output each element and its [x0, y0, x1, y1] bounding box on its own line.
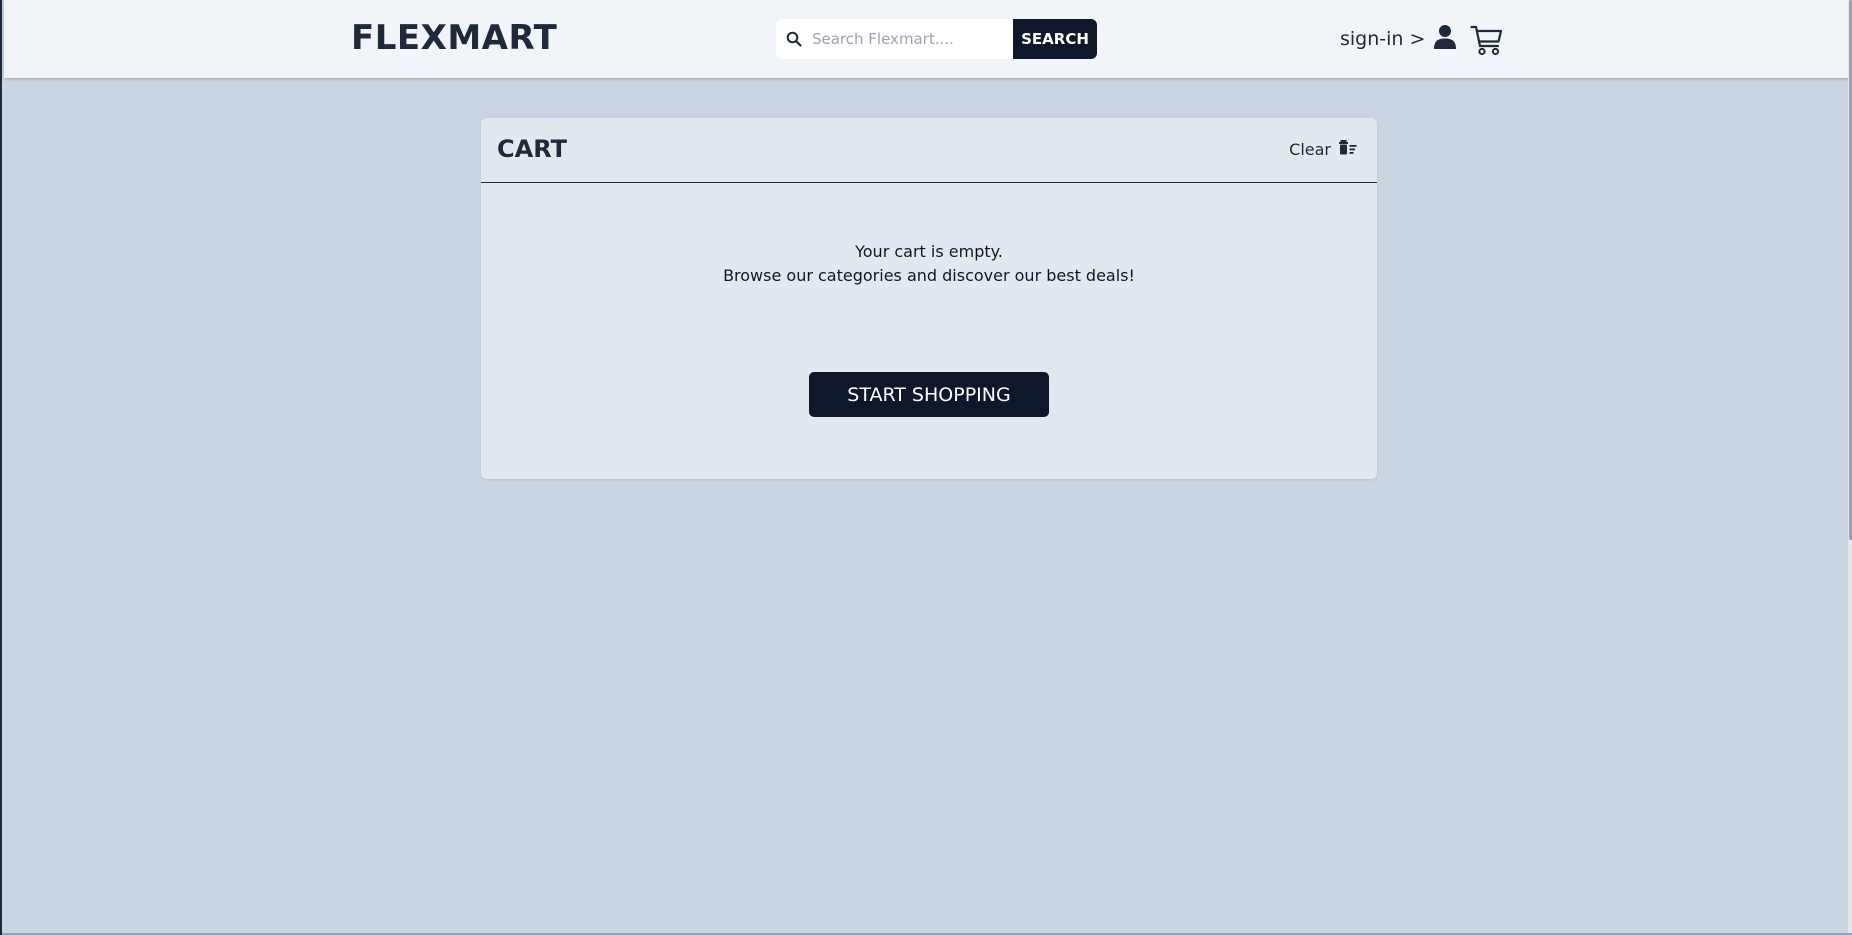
cart-button[interactable] — [1470, 24, 1504, 56]
search-input[interactable] — [812, 30, 1002, 48]
start-shopping-button[interactable]: START SHOPPING — [809, 372, 1049, 417]
cart-title: CART — [497, 135, 567, 163]
empty-cart-line-2: Browse our categories and discover our b… — [723, 266, 1135, 285]
search-bar: SEARCH — [776, 19, 1097, 59]
user-icon — [1433, 24, 1457, 55]
sign-in-label: sign-in > — [1340, 28, 1426, 50]
trash-icon — [1339, 140, 1357, 159]
site-header: FLEXMART SEARCH sign-in > — [4, 0, 1850, 78]
empty-cart-line-1: Your cart is empty. — [855, 242, 1003, 261]
clear-cart-button[interactable]: Clear — [1289, 140, 1357, 159]
cart-header: CART Clear — [481, 118, 1377, 183]
clear-label: Clear — [1289, 140, 1331, 159]
sign-in-link[interactable]: sign-in > — [1340, 24, 1457, 54]
cart-panel: CART Clear Your cart is empty. Browse ou… — [481, 118, 1377, 479]
site-logo[interactable]: FLEXMART — [351, 18, 557, 58]
empty-cart-message: Your cart is empty. Browse our categorie… — [481, 240, 1377, 288]
shopping-cart-icon — [1470, 25, 1504, 60]
page-scrollbar[interactable] — [1848, 0, 1852, 935]
search-icon — [786, 30, 804, 48]
browser-frame: FLEXMART SEARCH sign-in > — [0, 0, 1852, 935]
search-box — [776, 19, 1013, 59]
search-button[interactable]: SEARCH — [1013, 19, 1097, 59]
